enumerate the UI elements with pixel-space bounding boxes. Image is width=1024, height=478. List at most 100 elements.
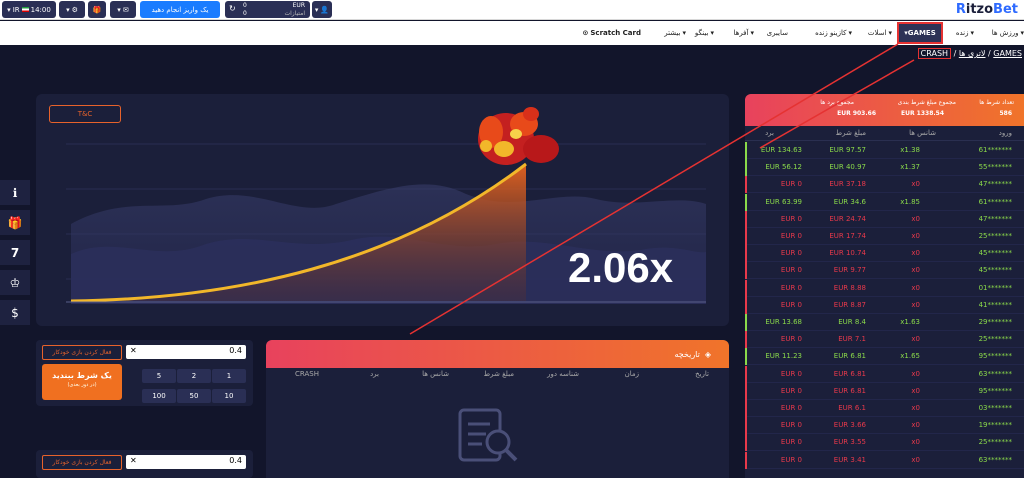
nav-cyber[interactable]: سایبری xyxy=(767,21,788,45)
bets-table-header: ورود شانس ها مبلغ شرط برد xyxy=(745,127,1024,141)
profile-button[interactable]: ▾ 👤 xyxy=(312,1,332,18)
breadcrumb-lottery[interactable]: لاتری ها xyxy=(959,49,986,58)
auto-play-button[interactable]: فعال کردن بازی خودکار xyxy=(42,455,122,470)
row-status-bar xyxy=(745,314,747,331)
nav-live[interactable]: زنده ▾ xyxy=(956,21,974,45)
user-icon: 👤 xyxy=(320,5,330,14)
messages-button[interactable]: ▾ ✉ xyxy=(110,1,136,18)
row-status-bar xyxy=(745,382,747,400)
balance-value: 0 xyxy=(243,2,247,9)
chevron-down-icon: ▾ xyxy=(710,29,714,37)
cell-bet: EUR 3.55 xyxy=(833,438,866,447)
cell-odds: x1.38 xyxy=(900,146,920,154)
cell-bet: EUR 6.81 xyxy=(833,386,866,395)
quick-bet-5[interactable]: 5 xyxy=(142,369,176,383)
history-panel: تاریخچه ◈ تاریخ زمان شناسه دور مبلغ شرط … xyxy=(266,340,729,478)
cell-odds: x0 xyxy=(911,386,920,395)
quick-bet-1[interactable]: 1 xyxy=(212,369,246,383)
nav-games[interactable]: ▾ GAMES xyxy=(897,22,943,44)
table-row: 45******* x0 EUR 10.74 EUR 0 xyxy=(745,245,1024,263)
chevron-down-icon: ▾ xyxy=(682,29,686,37)
cell-user: 47******* xyxy=(978,180,1012,189)
logo[interactable]: RitzoBet xyxy=(956,2,1018,17)
cell-user: 63******* xyxy=(978,369,1012,378)
cell-win: EUR 0 xyxy=(780,249,802,258)
cell-bet: EUR 8.88 xyxy=(833,283,866,292)
chevron-down-icon: ▾ xyxy=(314,5,319,14)
cell-odds: x0 xyxy=(911,283,920,292)
cell-win: EUR 0 xyxy=(780,266,802,275)
chevron-down-icon: ▾ xyxy=(1020,29,1024,37)
row-status-bar xyxy=(745,210,747,228)
gift-icon[interactable]: 🎁 xyxy=(0,210,30,236)
info-icon[interactable]: ℹ xyxy=(0,180,30,206)
chevron-down-icon: ▾ xyxy=(848,29,852,37)
cell-odds: x1.37 xyxy=(900,163,920,172)
cell-bet: EUR 8.87 xyxy=(833,300,866,309)
trophy-icon[interactable]: ♔ xyxy=(0,270,30,296)
clear-icon[interactable]: ✕ xyxy=(130,346,137,355)
nav-slots[interactable]: اسلات ▾ xyxy=(868,21,892,45)
cell-bet: EUR 9.77 xyxy=(833,266,866,275)
quick-bet-100[interactable]: 100 xyxy=(142,389,176,403)
cell-odds: x0 xyxy=(911,232,920,240)
settings-button[interactable]: ▾ ⚙ xyxy=(59,1,85,18)
nav-live-casino[interactable]: کازینو زنده ▾ xyxy=(815,21,852,45)
top-bar: ▾ IR 14:00 ▾ ⚙ 🎁 ▾ ✉ یک واریز انجام دهید… xyxy=(0,0,1024,20)
cell-win: EUR 0 xyxy=(780,455,802,464)
clear-icon[interactable]: ✕ xyxy=(130,456,137,465)
cell-odds: x1.65 xyxy=(900,352,920,361)
cell-win: EUR 0 xyxy=(780,300,802,309)
bet-amount-input[interactable]: ✕ 0.4 xyxy=(126,345,246,359)
auto-play-button[interactable]: فعال کردن بازی خودکار xyxy=(42,345,122,360)
gift-button[interactable]: 🎁 xyxy=(88,1,106,18)
cell-bet: EUR 37.18 xyxy=(829,180,866,189)
cell-bet: EUR 6.81 xyxy=(833,369,866,378)
bets-panel: تعداد شرط ها 586 مجموع مبلغ شرط بندی EUR… xyxy=(745,94,1024,478)
bet-amount-input[interactable]: ✕ 0.4 xyxy=(126,455,246,469)
nav-more[interactable]: بیشتر ▾ xyxy=(664,21,686,45)
chevron-down-icon: ▾ xyxy=(888,29,892,37)
nav-offers[interactable]: آفرها ▾ xyxy=(734,21,755,45)
cell-odds: x0 xyxy=(911,335,920,344)
place-bet-button[interactable]: یک شرط ببندید (در دور بعدی) xyxy=(42,364,122,400)
table-row: 29******* x1.63 EUR 8.4 EUR 13.68 xyxy=(745,314,1024,331)
nav-scratch-card[interactable]: ⊙ Scratch Card xyxy=(583,21,641,45)
terms-button[interactable]: T&C xyxy=(49,105,121,123)
total-bets-value: 586 xyxy=(999,110,1012,117)
refresh-icon[interactable]: ↻ xyxy=(229,4,236,13)
cell-bet: EUR 8.4 xyxy=(838,318,866,326)
row-status-bar xyxy=(745,279,747,297)
table-row: 61******* x1.38 EUR 97.57 EUR 134.63 xyxy=(745,142,1024,159)
row-status-bar xyxy=(745,348,747,366)
deposit-button[interactable]: یک واریز انجام دهید xyxy=(140,1,220,18)
seven-icon[interactable]: 7 xyxy=(0,240,30,266)
cell-win: EUR 0 xyxy=(780,404,802,412)
quick-bet-50[interactable]: 50 xyxy=(177,389,211,403)
cell-win: EUR 0 xyxy=(780,369,802,378)
cell-win: EUR 134.63 xyxy=(760,146,802,154)
place-bet-label: یک شرط ببندید xyxy=(52,371,112,380)
bet-amount-value: 0.4 xyxy=(229,346,242,355)
cell-bet: EUR 97.57 xyxy=(829,146,866,154)
balance-box[interactable]: ↻ 0 0 EUR امتیازات xyxy=(225,1,310,18)
cell-user: 41******* xyxy=(978,300,1012,309)
bet-panel-2: فعال کردن بازی خودکار ✕ 0.4 xyxy=(36,450,253,478)
time-region[interactable]: ▾ IR 14:00 xyxy=(2,1,56,18)
cell-bet: EUR 3.41 xyxy=(833,455,866,464)
nav-sports[interactable]: ورزش ها ▾ xyxy=(992,21,1024,45)
quick-bet-10[interactable]: 10 xyxy=(212,389,246,403)
bets-summary: تعداد شرط ها 586 مجموع مبلغ شرط بندی EUR… xyxy=(745,94,1024,126)
dollar-icon[interactable]: $ xyxy=(0,300,30,326)
cell-user: 45******* xyxy=(978,249,1012,258)
balance-currency: EUR xyxy=(292,2,305,9)
quick-bet-2[interactable]: 2 xyxy=(177,369,211,383)
time-label: 14:00 xyxy=(30,5,51,14)
breadcrumb: CRASH / لاتری ها / GAMES xyxy=(917,48,1022,59)
cell-bet: EUR 24.74 xyxy=(829,214,866,223)
breadcrumb-games[interactable]: GAMES xyxy=(993,49,1022,58)
total-win-label: مجموع برد ها xyxy=(820,99,854,106)
cell-odds: x0 xyxy=(911,438,920,447)
row-status-bar xyxy=(745,434,747,452)
nav-bingo[interactable]: بینگو ▾ xyxy=(695,21,714,45)
